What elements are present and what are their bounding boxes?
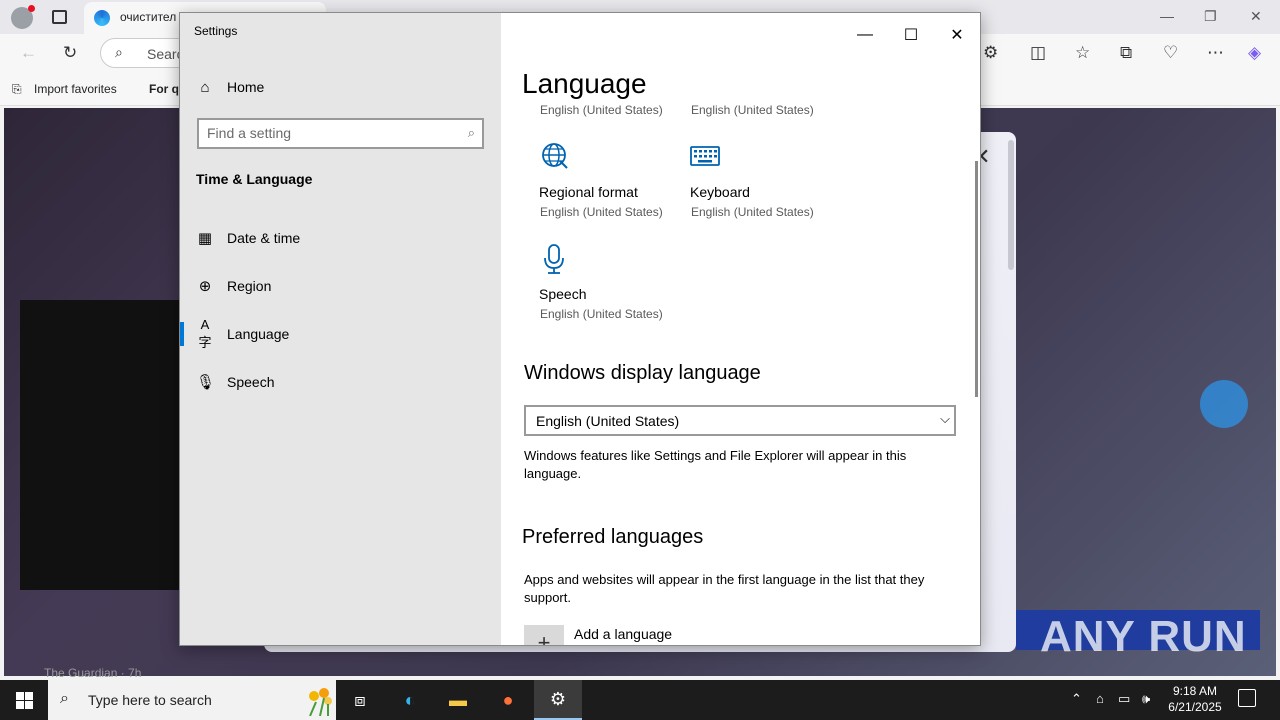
show-hidden-icons-icon[interactable]: ⌃ bbox=[1071, 691, 1082, 707]
add-language-label: Add a language bbox=[574, 626, 673, 642]
nav-home[interactable]: ⌂ Home bbox=[196, 73, 264, 101]
profile-icon[interactable] bbox=[11, 5, 35, 29]
network-icon[interactable]: ▭ bbox=[1118, 691, 1130, 707]
nav-speech[interactable]: 🎙 Speech bbox=[196, 368, 274, 396]
home-icon: ⌂ bbox=[200, 78, 210, 96]
page-source-label: The Guardian · 7h bbox=[44, 666, 142, 680]
taskbar-search-box[interactable]: ⌕ Type here to search bbox=[48, 680, 336, 720]
plus-icon: + bbox=[524, 625, 564, 645]
taskbar-search-placeholder: Type here to search bbox=[88, 692, 212, 708]
refresh-icon[interactable]: ↻ bbox=[63, 43, 77, 63]
nav-region-label: Region bbox=[227, 278, 272, 294]
display-language-value: English (United States) bbox=[536, 413, 680, 429]
import-favorites-link[interactable]: Import favorites bbox=[34, 82, 117, 96]
find-setting-box[interactable]: ⌕ bbox=[197, 118, 484, 149]
page-video bbox=[20, 300, 190, 590]
nav-date-time[interactable]: ▦ Date & time bbox=[196, 224, 300, 252]
preferred-languages-description: Apps and websites will appear in the fir… bbox=[524, 572, 925, 605]
tile-keyboard-value: English (United States) bbox=[691, 205, 814, 219]
split-screen-icon[interactable]: ◫ bbox=[1030, 43, 1046, 63]
browser-minimize-icon[interactable]: — bbox=[1160, 8, 1174, 24]
copilot-icon[interactable]: ◈ bbox=[1248, 43, 1261, 63]
page-scrollbar[interactable] bbox=[1008, 140, 1014, 270]
clipped-subtitle: English (United States) bbox=[691, 103, 814, 117]
volume-icon[interactable]: 🕪 bbox=[1142, 691, 1150, 707]
globe-icon bbox=[542, 143, 568, 169]
watermark: ANY RUN bbox=[1040, 612, 1247, 661]
display-language-heading: Windows display language bbox=[524, 362, 761, 384]
device-icon[interactable]: ⌂ bbox=[1096, 691, 1104, 706]
taskbar: ⌕ Type here to search ⧈ ◐ ▬ ● ⚙ ⌃ ⌂ ▭ 🕪 … bbox=[0, 680, 1280, 720]
search-icon: ⌕ bbox=[115, 44, 123, 60]
microphone-icon bbox=[544, 244, 564, 274]
collections-icon[interactable]: ⧉ bbox=[1120, 43, 1132, 63]
tab-actions-icon[interactable] bbox=[52, 10, 67, 24]
search-icon: ⌕ bbox=[60, 690, 69, 707]
nav-date-time-label: Date & time bbox=[227, 230, 301, 246]
more-icon[interactable]: ⋯ bbox=[1207, 43, 1224, 63]
browser-restore-icon[interactable]: ❐ bbox=[1204, 8, 1217, 25]
import-favorites-icon: ⎘ bbox=[12, 82, 22, 96]
page-avatar bbox=[1200, 380, 1248, 428]
search-icon: ⌕ bbox=[467, 125, 475, 140]
back-icon[interactable]: ← bbox=[20, 43, 37, 63]
clock-time: 9:18 AM bbox=[1172, 684, 1218, 698]
settings-content: Language English (United States) English… bbox=[501, 13, 980, 645]
section-title: Time & Language bbox=[196, 171, 313, 187]
language-icon: A字 bbox=[198, 317, 212, 350]
clipped-subtitle: English (United States) bbox=[540, 103, 663, 117]
tile-keyboard[interactable]: Keyboard bbox=[690, 184, 750, 200]
window-title: Settings bbox=[194, 24, 238, 38]
page-title: Language bbox=[522, 68, 647, 99]
taskbar-clock[interactable]: 9:18 AM 6/21/2025 bbox=[1163, 683, 1227, 715]
windows-logo-icon bbox=[16, 701, 24, 709]
preferred-languages-heading: Preferred languages bbox=[522, 526, 704, 548]
tile-regional-format-value: English (United States) bbox=[540, 205, 663, 219]
settings-app-icon[interactable]: ⚙ bbox=[534, 680, 582, 720]
task-view-icon[interactable]: ⧈ bbox=[336, 680, 384, 720]
firefox-icon[interactable]: ● bbox=[484, 680, 532, 720]
nav-language-label: Language bbox=[227, 326, 290, 342]
chevron-down-icon: ⌵ bbox=[940, 411, 950, 426]
browser-close-icon[interactable]: ✕ bbox=[1250, 8, 1262, 25]
display-language-select[interactable]: English (United States) ⌵ bbox=[524, 405, 956, 436]
calendar-clock-icon: ▦ bbox=[197, 230, 213, 247]
tile-speech-value: English (United States) bbox=[540, 307, 663, 321]
notification-center-icon[interactable] bbox=[1238, 689, 1256, 707]
favorites-icon[interactable]: ☆ bbox=[1075, 43, 1090, 63]
clock-date: 6/21/2025 bbox=[1168, 700, 1222, 714]
extensions-icon[interactable]: ⚙ bbox=[983, 43, 998, 63]
tab-title: очистител bbox=[120, 10, 177, 24]
nav-speech-label: Speech bbox=[227, 374, 275, 390]
start-button[interactable] bbox=[0, 680, 48, 720]
tile-speech[interactable]: Speech bbox=[539, 286, 586, 302]
edge-icon[interactable]: ◐ bbox=[386, 680, 434, 720]
keyboard-icon bbox=[690, 146, 720, 166]
display-language-description: Windows features like Settings and File … bbox=[524, 448, 907, 481]
find-setting-input[interactable] bbox=[207, 125, 447, 141]
microphone-icon: 🎙 bbox=[196, 374, 216, 391]
file-explorer-icon[interactable]: ▬ bbox=[434, 680, 482, 720]
settings-nav: Settings ⌂ Home ⌕ Time & Language ▦ Date… bbox=[180, 13, 501, 645]
tab-favicon-icon bbox=[94, 10, 110, 26]
content-scrollbar[interactable] bbox=[975, 161, 978, 397]
nav-home-label: Home bbox=[227, 79, 265, 95]
performance-icon[interactable]: ♡ bbox=[1163, 43, 1178, 63]
globe-icon: ⊕ bbox=[198, 278, 212, 295]
flowers-icon bbox=[309, 688, 332, 716]
tile-regional-format[interactable]: Regional format bbox=[539, 184, 638, 200]
nav-selection-indicator bbox=[180, 322, 184, 346]
windows-logo-icon bbox=[25, 701, 33, 709]
nav-language[interactable]: A字 Language bbox=[196, 317, 290, 350]
nav-region[interactable]: ⊕ Region bbox=[196, 272, 272, 300]
windows-logo-icon bbox=[16, 692, 24, 700]
settings-window: Settings ⌂ Home ⌕ Time & Language ▦ Date… bbox=[179, 12, 981, 646]
windows-logo-icon bbox=[25, 692, 33, 700]
